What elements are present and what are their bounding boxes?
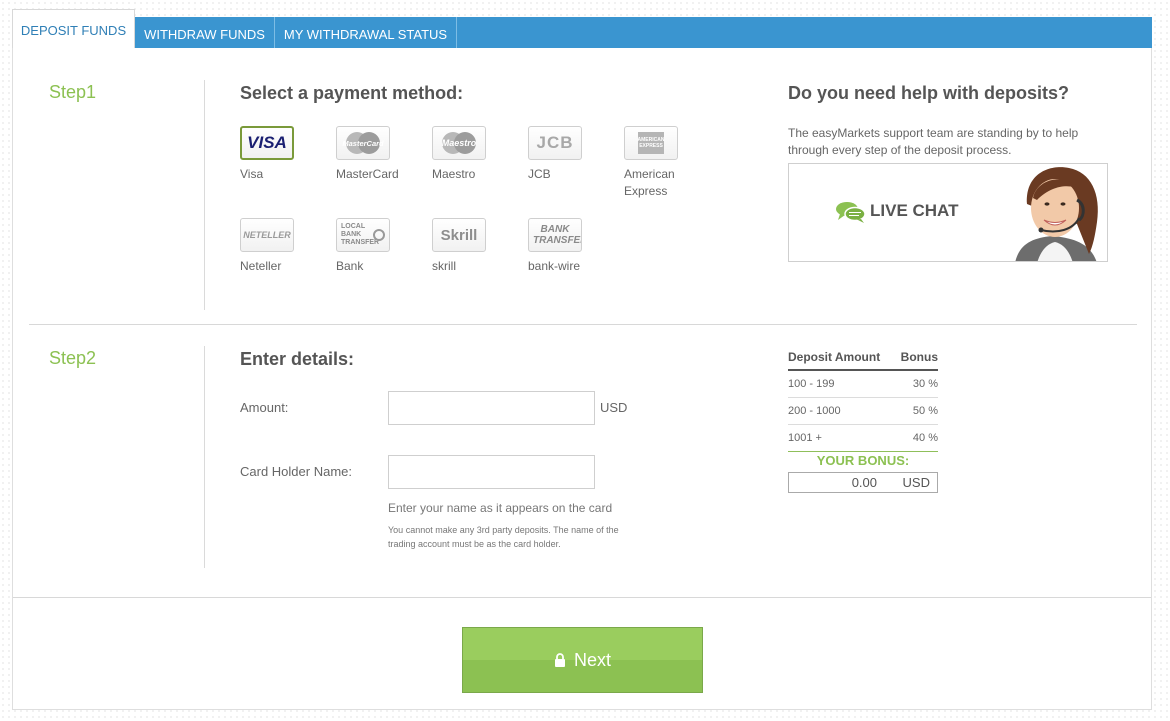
local-bank-transfer-logo-icon: LOCAL BANK TRANSFER [336, 218, 390, 252]
payment-method-jcb[interactable]: JCB JCB [528, 126, 608, 183]
american-express-logo-icon: AMERICAN EXPRESS [624, 126, 678, 160]
table-row: 200 - 1000 50 % [788, 398, 938, 425]
payment-method-maestro[interactable]: Maestro Maestro [432, 126, 512, 183]
deposit-panel: Step1 Select a payment method: VISA Visa… [12, 48, 1152, 710]
payment-method-heading: Select a payment method: [240, 83, 464, 103]
tab-deposit-funds[interactable]: DEPOSIT FUNDS [12, 9, 135, 49]
payment-method-name: JCB [528, 167, 551, 181]
payment-method-bank[interactable]: LOCAL BANK TRANSFER Bank [336, 218, 416, 275]
card-holder-hint: Enter your name as it appears on the car… [388, 501, 613, 515]
payment-method-mastercard[interactable]: MasterCard MasterCard [336, 126, 416, 183]
payment-method-neteller[interactable]: NETELLER Neteller [240, 218, 320, 275]
svg-text:MasterCard: MasterCard [342, 139, 384, 148]
next-button-label: Next [573, 649, 611, 670]
bonus-percent: 40 % [912, 432, 938, 444]
payment-method-name: Neteller [240, 259, 282, 273]
payment-method-name: Maestro [432, 167, 476, 181]
step1-divider [204, 80, 205, 310]
payment-method-name: bank-wire [528, 259, 581, 273]
jcb-logo-icon: JCB [528, 126, 582, 160]
your-bonus-value: 0.00 [851, 475, 877, 490]
amount-label: Amount: [240, 400, 289, 415]
bank-transfer-logo-icon: BANK TRANSFER [528, 218, 582, 252]
live-chat-label: LIVE CHAT [870, 201, 959, 220]
support-agent-icon [1015, 167, 1098, 261]
table-row: 100 - 199 30 % [788, 371, 938, 398]
amount-currency: USD [600, 400, 628, 415]
tab-bar: DEPOSIT FUNDS WITHDRAW FUNDS MY WITHDRAW… [12, 9, 1152, 49]
col-bonus: Bonus [900, 350, 938, 364]
enter-details-heading: Enter details: [240, 349, 355, 369]
payment-method-visa[interactable]: VISA Visa [240, 126, 320, 183]
globe-icon [373, 229, 385, 241]
help-text: The easyMarkets support team are standin… [788, 126, 1079, 157]
your-bonus-label: YOUR BONUS: [816, 453, 910, 468]
live-chat-banner[interactable]: LIVE CHAT [788, 163, 1108, 262]
maestro-logo-icon: Maestro [432, 126, 486, 160]
step2-divider [204, 346, 205, 568]
bonus-table-header: Deposit Amount Bonus [788, 345, 938, 371]
card-holder-name-input[interactable] [388, 455, 595, 489]
bonus-percent: 50 % [912, 405, 938, 417]
payment-method-name: Visa [240, 167, 264, 181]
payment-method-name: skrill [432, 259, 456, 273]
tab-my-withdrawal-status[interactable]: MY WITHDRAWAL STATUS [275, 17, 457, 49]
step2-label: Step2 [49, 348, 97, 368]
table-row: 1001 + 40 % [788, 425, 938, 452]
deposit-range: 100 - 199 [788, 378, 835, 390]
step1-label: Step1 [49, 82, 97, 102]
skrill-logo-icon: Skrill [432, 218, 486, 252]
amount-input[interactable] [388, 391, 595, 425]
col-deposit-amount: Deposit Amount [788, 350, 881, 364]
visa-logo-icon: VISA [240, 126, 294, 160]
svg-text:Maestro: Maestro [442, 138, 477, 148]
next-button[interactable]: Next [462, 627, 703, 693]
your-bonus-box: 0.00 USD [788, 472, 938, 493]
chat-bubble-icon [836, 202, 866, 223]
deposit-range: 1001 + [788, 432, 822, 444]
your-bonus-currency: USD [902, 475, 930, 490]
card-holder-label: Card Holder Name: [240, 464, 352, 479]
help-heading: Do you need help with deposits? [788, 83, 1070, 103]
payment-method-bank-wire[interactable]: BANK TRANSFER bank-wire [528, 218, 608, 275]
bonus-table: Deposit Amount Bonus 100 - 199 30 % 200 … [788, 345, 938, 452]
payment-method-name: Bank [336, 259, 364, 273]
bonus-percent: 30 % [912, 378, 938, 390]
payment-method-american-express[interactable]: AMERICAN EXPRESS American Express [624, 126, 704, 200]
step-separator [29, 324, 1137, 325]
deposit-range: 200 - 1000 [788, 405, 841, 417]
tab-withdraw-funds[interactable]: WITHDRAW FUNDS [135, 17, 275, 49]
third-party-note: You cannot make any 3rd party deposits. … [388, 525, 619, 549]
lock-icon [554, 653, 566, 667]
neteller-logo-icon: NETELLER [240, 218, 294, 252]
payment-method-name: American Express [624, 167, 675, 198]
footer-separator [13, 597, 1151, 598]
mastercard-logo-icon: MasterCard [336, 126, 390, 160]
payment-method-name: MasterCard [336, 167, 399, 181]
payment-method-skrill[interactable]: Skrill skrill [432, 218, 512, 275]
